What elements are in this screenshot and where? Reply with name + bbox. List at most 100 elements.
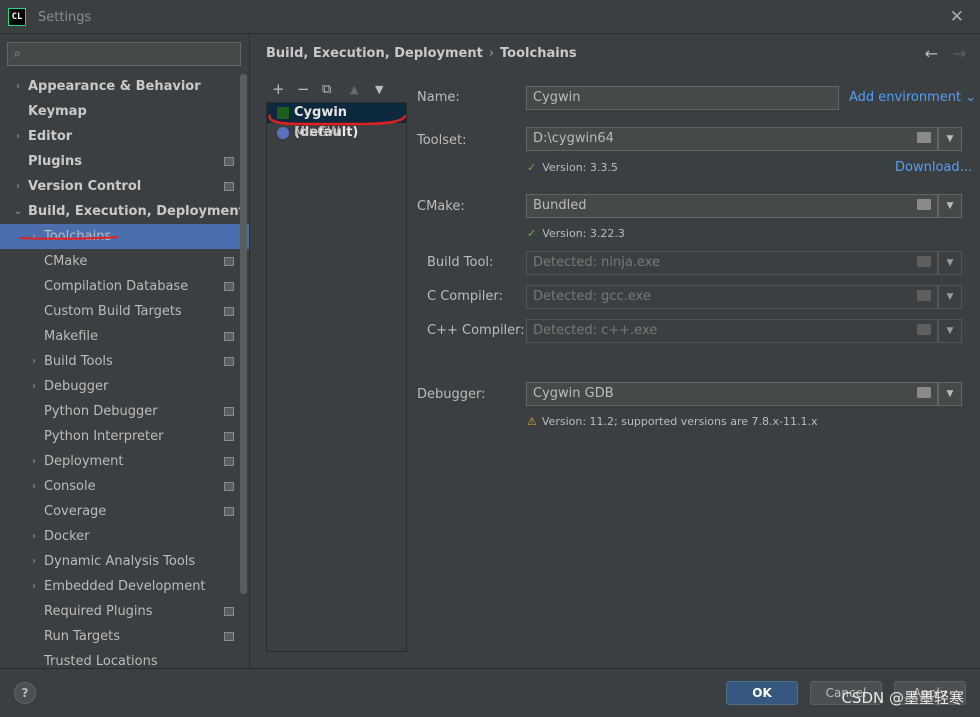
- c-compiler-field[interactable]: Detected: gcc.exe: [526, 285, 938, 309]
- sidebar-item-version-control[interactable]: › Version Control: [0, 174, 249, 199]
- sidebar-item-label: Debugger: [44, 379, 109, 394]
- sidebar-item-label: CMake: [44, 254, 88, 269]
- sidebar-item-label: Console: [44, 479, 96, 494]
- sidebar-item-required-plugins[interactable]: Required Plugins: [0, 599, 249, 624]
- sidebar-item-label: Python Interpreter: [44, 429, 164, 444]
- chevron-right-icon[interactable]: ›: [28, 374, 40, 399]
- chevron-right-icon[interactable]: ›: [28, 224, 40, 249]
- chevron-right-icon[interactable]: ›: [28, 524, 40, 549]
- settings-search-input[interactable]: ⌕: [7, 42, 241, 66]
- folder-icon[interactable]: [917, 256, 931, 267]
- folder-icon[interactable]: [917, 324, 931, 335]
- sidebar-item-label: Coverage: [44, 504, 107, 519]
- settings-tree: › Appearance & Behavior Keymap › Editor Plugi…: [0, 74, 249, 668]
- chevron-right-icon[interactable]: ›: [28, 449, 40, 474]
- main-panel: Build, Execution, Deployment › Toolchains …: [251, 34, 980, 668]
- sidebar-item-deployment[interactable]: › Deployment: [0, 449, 249, 474]
- dialog-footer: ? OK Cancel Apply CSDN @墨墨轻寒: [0, 668, 980, 717]
- project-scope-icon: [224, 482, 234, 491]
- build-tool-dropdown-button[interactable]: ▼: [938, 251, 962, 275]
- sidebar-item-console[interactable]: › Console: [0, 474, 249, 499]
- help-button[interactable]: ?: [14, 682, 36, 704]
- sidebar-item-label: Deployment: [44, 454, 124, 469]
- chevron-right-icon[interactable]: ›: [28, 549, 40, 574]
- toolset-field[interactable]: D:\cygwin64: [526, 127, 938, 151]
- close-icon[interactable]: ✕: [950, 7, 964, 27]
- chevron-right-icon[interactable]: ›: [12, 124, 24, 149]
- sidebar-item-python-debugger[interactable]: Python Debugger: [0, 399, 249, 424]
- sidebar-item-toolchains[interactable]: › Toolchains: [0, 224, 249, 249]
- folder-icon[interactable]: [917, 290, 931, 301]
- toolset-dropdown-button[interactable]: ▼: [938, 127, 962, 151]
- sidebar-item-trusted-locations[interactable]: Trusted Locations: [0, 649, 249, 668]
- chevron-right-icon[interactable]: ›: [28, 474, 40, 499]
- cpp-compiler-dropdown-button[interactable]: ▼: [938, 319, 962, 343]
- chevron-right-icon[interactable]: ›: [28, 574, 40, 599]
- sidebar-item-docker[interactable]: › Docker: [0, 524, 249, 549]
- debugger-version-text: Version: 11.2; supported versions are 7.…: [541, 415, 818, 428]
- project-scope-icon: [224, 457, 234, 466]
- sidebar-item-plugins[interactable]: Plugins: [0, 149, 249, 174]
- cmake-dropdown-button[interactable]: ▼: [938, 194, 962, 218]
- sidebar-item-label: Embedded Development: [44, 579, 206, 594]
- sidebar-item-coverage[interactable]: Coverage: [0, 499, 249, 524]
- folder-icon[interactable]: [917, 199, 931, 210]
- forward-arrow-icon[interactable]: →: [953, 44, 966, 63]
- add-toolchain-button[interactable]: +: [272, 80, 285, 98]
- ok-button[interactable]: OK: [726, 681, 798, 705]
- sidebar-item-label: Editor: [28, 129, 73, 144]
- folder-icon[interactable]: [917, 132, 931, 143]
- remove-toolchain-button[interactable]: −: [297, 80, 310, 98]
- toolset-label: Toolset:: [417, 133, 467, 148]
- chevron-right-icon[interactable]: ›: [28, 349, 40, 374]
- sidebar-item-embedded-development[interactable]: › Embedded Development: [0, 574, 249, 599]
- chevron-down-icon[interactable]: ⌄: [12, 199, 24, 224]
- folder-icon[interactable]: [917, 387, 931, 398]
- chevron-right-icon[interactable]: ›: [12, 74, 24, 99]
- cmake-version-status: ✓ Version: 3.22.3: [527, 227, 625, 240]
- sidebar-item-makefile[interactable]: Makefile: [0, 324, 249, 349]
- sidebar-item-editor[interactable]: › Editor: [0, 124, 249, 149]
- add-environment-link[interactable]: Add environment ⌄: [849, 90, 976, 105]
- cpp-compiler-placeholder: Detected: c++.exe: [533, 323, 658, 338]
- sidebar-item-build-tools[interactable]: › Build Tools: [0, 349, 249, 374]
- move-up-button[interactable]: ▲: [350, 83, 358, 96]
- sidebar-item-python-interpreter[interactable]: Python Interpreter: [0, 424, 249, 449]
- toolchain-item-cygwin[interactable]: Cygwin (default): [267, 103, 406, 140]
- cmake-field[interactable]: Bundled: [526, 194, 938, 218]
- copy-toolchain-button[interactable]: ⧉: [322, 82, 331, 97]
- toolset-version-status: ✓ Version: 3.3.5: [527, 161, 618, 174]
- cmake-version-text: Version: 3.22.3: [542, 227, 625, 240]
- toolchain-item-mingw[interactable]: MinGW: [267, 123, 406, 143]
- sidebar-item-appearance-behavior[interactable]: › Appearance & Behavior: [0, 74, 249, 99]
- sidebar-scrollbar[interactable]: [240, 74, 247, 594]
- sidebar-item-debugger[interactable]: › Debugger: [0, 374, 249, 399]
- sidebar-item-label: Plugins: [28, 154, 82, 169]
- download-link[interactable]: Download...: [895, 160, 972, 175]
- chevron-right-icon[interactable]: ›: [12, 174, 24, 199]
- build-tool-field[interactable]: Detected: ninja.exe: [526, 251, 938, 275]
- breadcrumb-parent: Build, Execution, Deployment: [266, 46, 483, 61]
- project-scope-icon: [224, 257, 234, 266]
- debugger-dropdown-button[interactable]: ▼: [938, 382, 962, 406]
- sidebar-item-custom-build-targets[interactable]: Custom Build Targets: [0, 299, 249, 324]
- c-compiler-dropdown-button[interactable]: ▼: [938, 285, 962, 309]
- cpp-compiler-field[interactable]: Detected: c++.exe: [526, 319, 938, 343]
- move-down-button[interactable]: ▼: [375, 83, 383, 96]
- name-field[interactable]: Cygwin: [526, 86, 839, 110]
- breadcrumb: Build, Execution, Deployment › Toolchains: [266, 46, 577, 61]
- check-icon: ✓: [527, 227, 537, 240]
- back-arrow-icon[interactable]: ←: [925, 44, 938, 63]
- toolset-version-text: Version: 3.3.5: [542, 161, 618, 174]
- sidebar-item-dynamic-analysis-tools[interactable]: › Dynamic Analysis Tools: [0, 549, 249, 574]
- sidebar-item-run-targets[interactable]: Run Targets: [0, 624, 249, 649]
- sidebar-item-build-execution-deployment[interactable]: ⌄ Build, Execution, Deployment: [0, 199, 249, 224]
- debugger-field[interactable]: Cygwin GDB: [526, 382, 938, 406]
- toolchain-item-label: MinGW: [294, 125, 340, 140]
- sidebar-item-keymap[interactable]: Keymap: [0, 99, 249, 124]
- sidebar-item-compilation-database[interactable]: Compilation Database: [0, 274, 249, 299]
- toolchain-toolbar: + − ⧉ ▲ ▼: [266, 80, 406, 102]
- clion-logo-icon: CL: [8, 8, 26, 26]
- debugger-value: Cygwin GDB: [533, 386, 614, 401]
- sidebar-item-cmake[interactable]: CMake: [0, 249, 249, 274]
